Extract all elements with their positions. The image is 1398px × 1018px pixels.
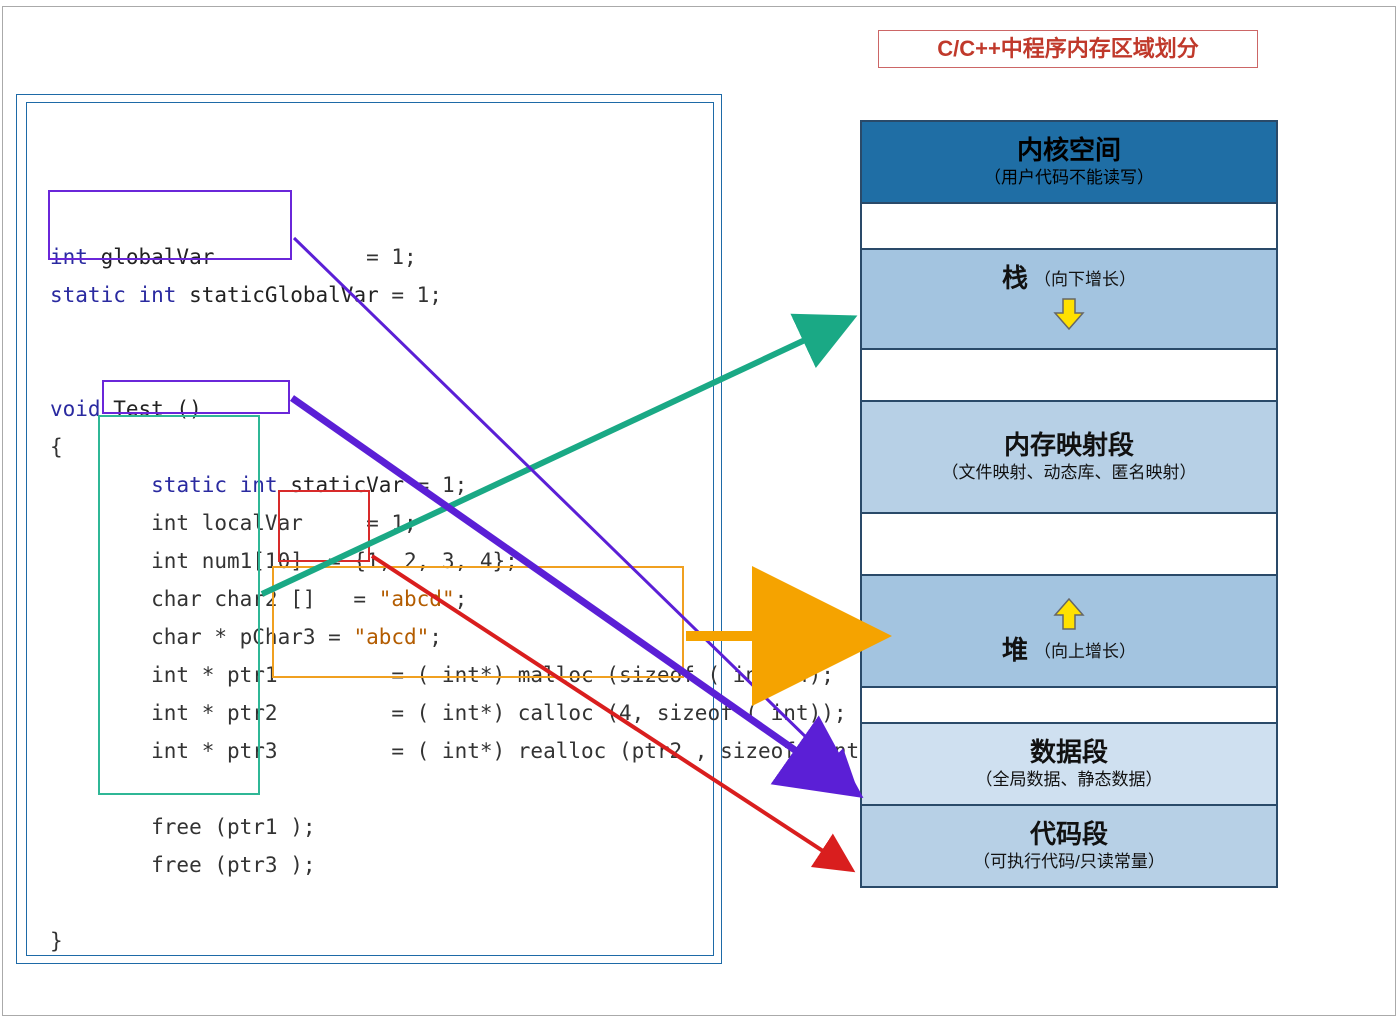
- region-stack: 栈 （向下增长）: [862, 248, 1276, 348]
- region-stack-sub: （向下增长）: [1034, 270, 1136, 290]
- line-free1: free (ptr1 );: [50, 815, 316, 839]
- memory-layout: 内核空间 （用户代码不能读写） 栈 （向下增长） 内存映射段 （文件映射、动态库…: [860, 120, 1278, 888]
- diagram-title: C/C++中程序内存区域划分: [878, 30, 1258, 68]
- region-data: 数据段 （全局数据、静态数据）: [862, 722, 1276, 804]
- region-kernel: 内核空间 （用户代码不能读写）: [862, 122, 1276, 202]
- highlight-staticVar-box: [102, 380, 290, 414]
- region-code-sub: （可执行代码/只读常量）: [973, 852, 1165, 872]
- brace-close: }: [50, 929, 63, 953]
- highlight-strings-box: [278, 490, 370, 562]
- region-mmap-title: 内存映射段: [1004, 430, 1134, 461]
- brace-open: {: [50, 435, 63, 459]
- region-code: 代码段 （可执行代码/只读常量）: [862, 804, 1276, 886]
- region-code-title: 代码段: [1030, 819, 1108, 850]
- highlight-locals-box: [98, 415, 260, 795]
- region-kernel-title: 内核空间: [1017, 135, 1121, 166]
- gap-1: [862, 202, 1276, 248]
- highlight-globals-box: [48, 190, 292, 260]
- gap-4: [862, 686, 1276, 722]
- arrow-down-icon: [1049, 295, 1089, 335]
- region-stack-title: 栈: [1002, 263, 1028, 294]
- gap-2: [862, 348, 1276, 400]
- region-data-sub: （全局数据、静态数据）: [976, 770, 1163, 790]
- region-mmap: 内存映射段 （文件映射、动态库、匿名映射）: [862, 400, 1276, 512]
- var-staticGlobalVar: staticGlobalVar: [189, 283, 379, 307]
- highlight-heap-alloc-box: [272, 566, 684, 678]
- region-heap-title: 堆: [1002, 635, 1028, 666]
- region-heap: 堆 （向上增长）: [862, 574, 1276, 686]
- region-kernel-sub: （用户代码不能读写）: [984, 168, 1154, 188]
- gap-3: [862, 512, 1276, 574]
- arrow-up-icon: [1049, 595, 1089, 635]
- line-free2: free (ptr3 );: [50, 853, 316, 877]
- region-heap-sub: （向上增长）: [1034, 642, 1136, 662]
- region-data-title: 数据段: [1030, 737, 1108, 768]
- region-mmap-sub: （文件映射、动态库、匿名映射）: [942, 463, 1197, 483]
- kw-static-int: static int: [50, 283, 189, 307]
